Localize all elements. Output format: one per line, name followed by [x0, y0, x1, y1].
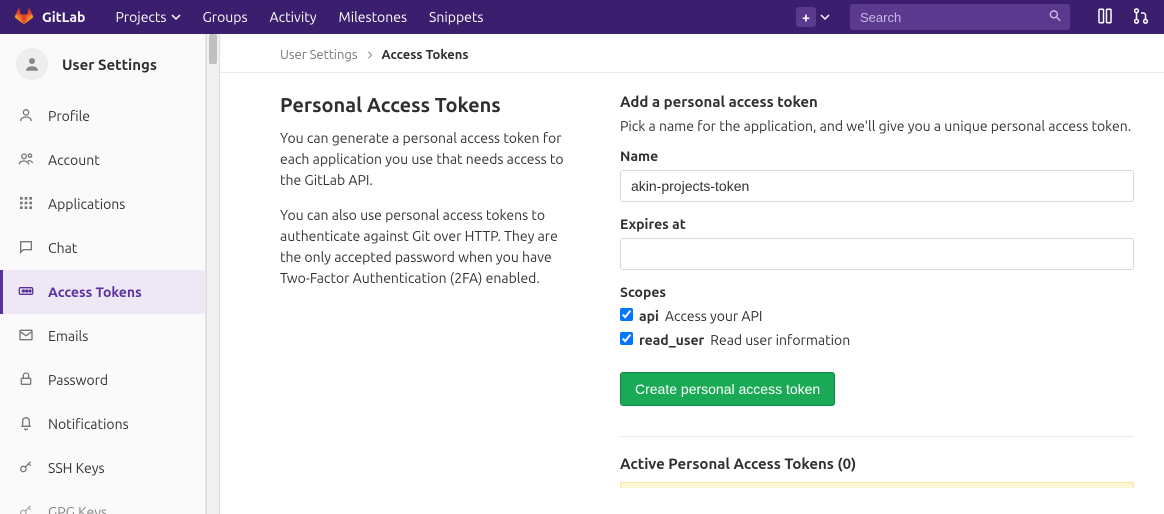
breadcrumb-parent[interactable]: User Settings [280, 48, 358, 62]
sidebar-item-label: Account [48, 152, 100, 168]
sidebar-item-account[interactable]: Account [0, 138, 205, 182]
todos-icon[interactable] [1096, 7, 1114, 28]
form-description: Pick a name for the application, and we'… [620, 118, 1134, 134]
scope-readuser-name: read_user [639, 332, 704, 348]
name-label: Name [620, 148, 1134, 164]
scope-readuser-row: read_user Read user information [620, 330, 1134, 348]
expires-input[interactable] [620, 238, 1134, 270]
active-tokens-section: Active Personal Access Tokens (0) [620, 455, 1134, 488]
nav-snippets-label: Snippets [429, 9, 483, 25]
nav-activity-label: Activity [270, 9, 317, 25]
email-icon [18, 327, 34, 346]
scope-api-checkbox[interactable] [620, 308, 633, 321]
scopes-group: Scopes api Access your API read_user Rea… [620, 284, 1134, 348]
scope-api-name: api [639, 308, 659, 324]
bell-icon [18, 415, 34, 434]
name-group: Name [620, 148, 1134, 202]
account-icon [18, 151, 34, 170]
applications-icon [18, 195, 34, 214]
nav-groups[interactable]: Groups [203, 9, 248, 25]
sidebar-item-access-tokens[interactable]: Access Tokens [0, 270, 205, 314]
nav-snippets[interactable]: Snippets [429, 9, 483, 25]
sidebar-item-gpg-keys[interactable]: GPG Keys [0, 490, 205, 514]
sidebar-item-applications[interactable]: Applications [0, 182, 205, 226]
scope-api-desc: Access your API [665, 308, 763, 324]
nav-links: Projects Groups Activity Milestones Snip… [115, 9, 483, 25]
breadcrumb-current: Access Tokens [382, 48, 469, 62]
nav-milestones[interactable]: Milestones [339, 9, 408, 25]
sidebar-item-label: Notifications [48, 416, 129, 432]
sidebar-title: User Settings [62, 56, 157, 73]
user-avatar-icon [16, 48, 48, 80]
scrollbar-gutter[interactable] [206, 34, 220, 514]
gitlab-logo-icon [14, 6, 34, 29]
expires-label: Expires at [620, 216, 1134, 232]
search-input[interactable] [850, 4, 1070, 30]
chevron-right-icon [366, 48, 374, 62]
sidebar-item-ssh-keys[interactable]: SSH Keys [0, 446, 205, 490]
sidebar-item-label: Applications [48, 196, 125, 212]
active-tokens-heading: Active Personal Access Tokens (0) [620, 455, 1134, 472]
sidebar-item-label: SSH Keys [48, 460, 105, 476]
chevron-down-icon [820, 9, 830, 25]
sidebar-item-label: Profile [48, 108, 90, 124]
sidebar-item-password[interactable]: Password [0, 358, 205, 402]
sidebar-header[interactable]: User Settings [0, 34, 205, 94]
sidebar-item-label: Password [48, 372, 108, 388]
nav-projects[interactable]: Projects [115, 9, 180, 25]
sidebar: User Settings Profile Account Applicatio… [0, 34, 206, 514]
brand[interactable]: GitLab [14, 6, 85, 29]
scope-readuser-desc: Read user information [710, 332, 850, 348]
profile-icon [18, 107, 34, 126]
sidebar-item-label: Chat [48, 240, 77, 256]
nav-activity[interactable]: Activity [270, 9, 317, 25]
expires-group: Expires at [620, 216, 1134, 270]
sidebar-item-label: GPG Keys [48, 504, 107, 514]
page-title: Personal Access Tokens [280, 93, 570, 116]
key-icon [18, 503, 34, 514]
lock-icon [18, 371, 34, 390]
content-intro: Personal Access Tokens You can generate … [280, 93, 570, 488]
breadcrumb: User Settings Access Tokens [220, 34, 1164, 73]
scopes-label: Scopes [620, 284, 1134, 300]
brand-label: GitLab [42, 9, 85, 25]
token-icon [18, 283, 34, 302]
token-form-section: Add a personal access token Pick a name … [620, 93, 1164, 488]
search-wrap [850, 4, 1070, 30]
sidebar-item-profile[interactable]: Profile [0, 94, 205, 138]
scrollbar-thumb[interactable] [209, 34, 217, 64]
divider [620, 436, 1134, 437]
merge-request-icon[interactable] [1132, 7, 1150, 28]
intro-paragraph-2: You can also use personal access tokens … [280, 205, 570, 289]
new-dropdown[interactable]: + [796, 7, 830, 27]
sidebar-item-label: Access Tokens [48, 284, 142, 300]
nav-milestones-label: Milestones [339, 9, 408, 25]
top-navbar: GitLab Projects Groups Activity Mileston… [0, 0, 1164, 34]
plus-icon: + [796, 7, 816, 27]
key-icon [18, 459, 34, 478]
create-token-button[interactable]: Create personal access token [620, 372, 835, 406]
nav-projects-label: Projects [115, 9, 166, 25]
intro-paragraph-1: You can generate a personal access token… [280, 128, 570, 191]
sidebar-item-emails[interactable]: Emails [0, 314, 205, 358]
sidebar-item-chat[interactable]: Chat [0, 226, 205, 270]
chevron-down-icon [171, 9, 181, 25]
nav-groups-label: Groups [203, 9, 248, 25]
sidebar-item-label: Emails [48, 328, 88, 344]
name-input[interactable] [620, 170, 1134, 202]
active-tokens-alert [620, 482, 1134, 488]
form-heading: Add a personal access token [620, 93, 1134, 110]
sidebar-item-notifications[interactable]: Notifications [0, 402, 205, 446]
scope-readuser-checkbox[interactable] [620, 332, 633, 345]
scope-api-row: api Access your API [620, 306, 1134, 324]
chat-icon [18, 239, 34, 258]
main-content: User Settings Access Tokens Personal Acc… [220, 34, 1164, 514]
search-icon [1048, 9, 1062, 26]
